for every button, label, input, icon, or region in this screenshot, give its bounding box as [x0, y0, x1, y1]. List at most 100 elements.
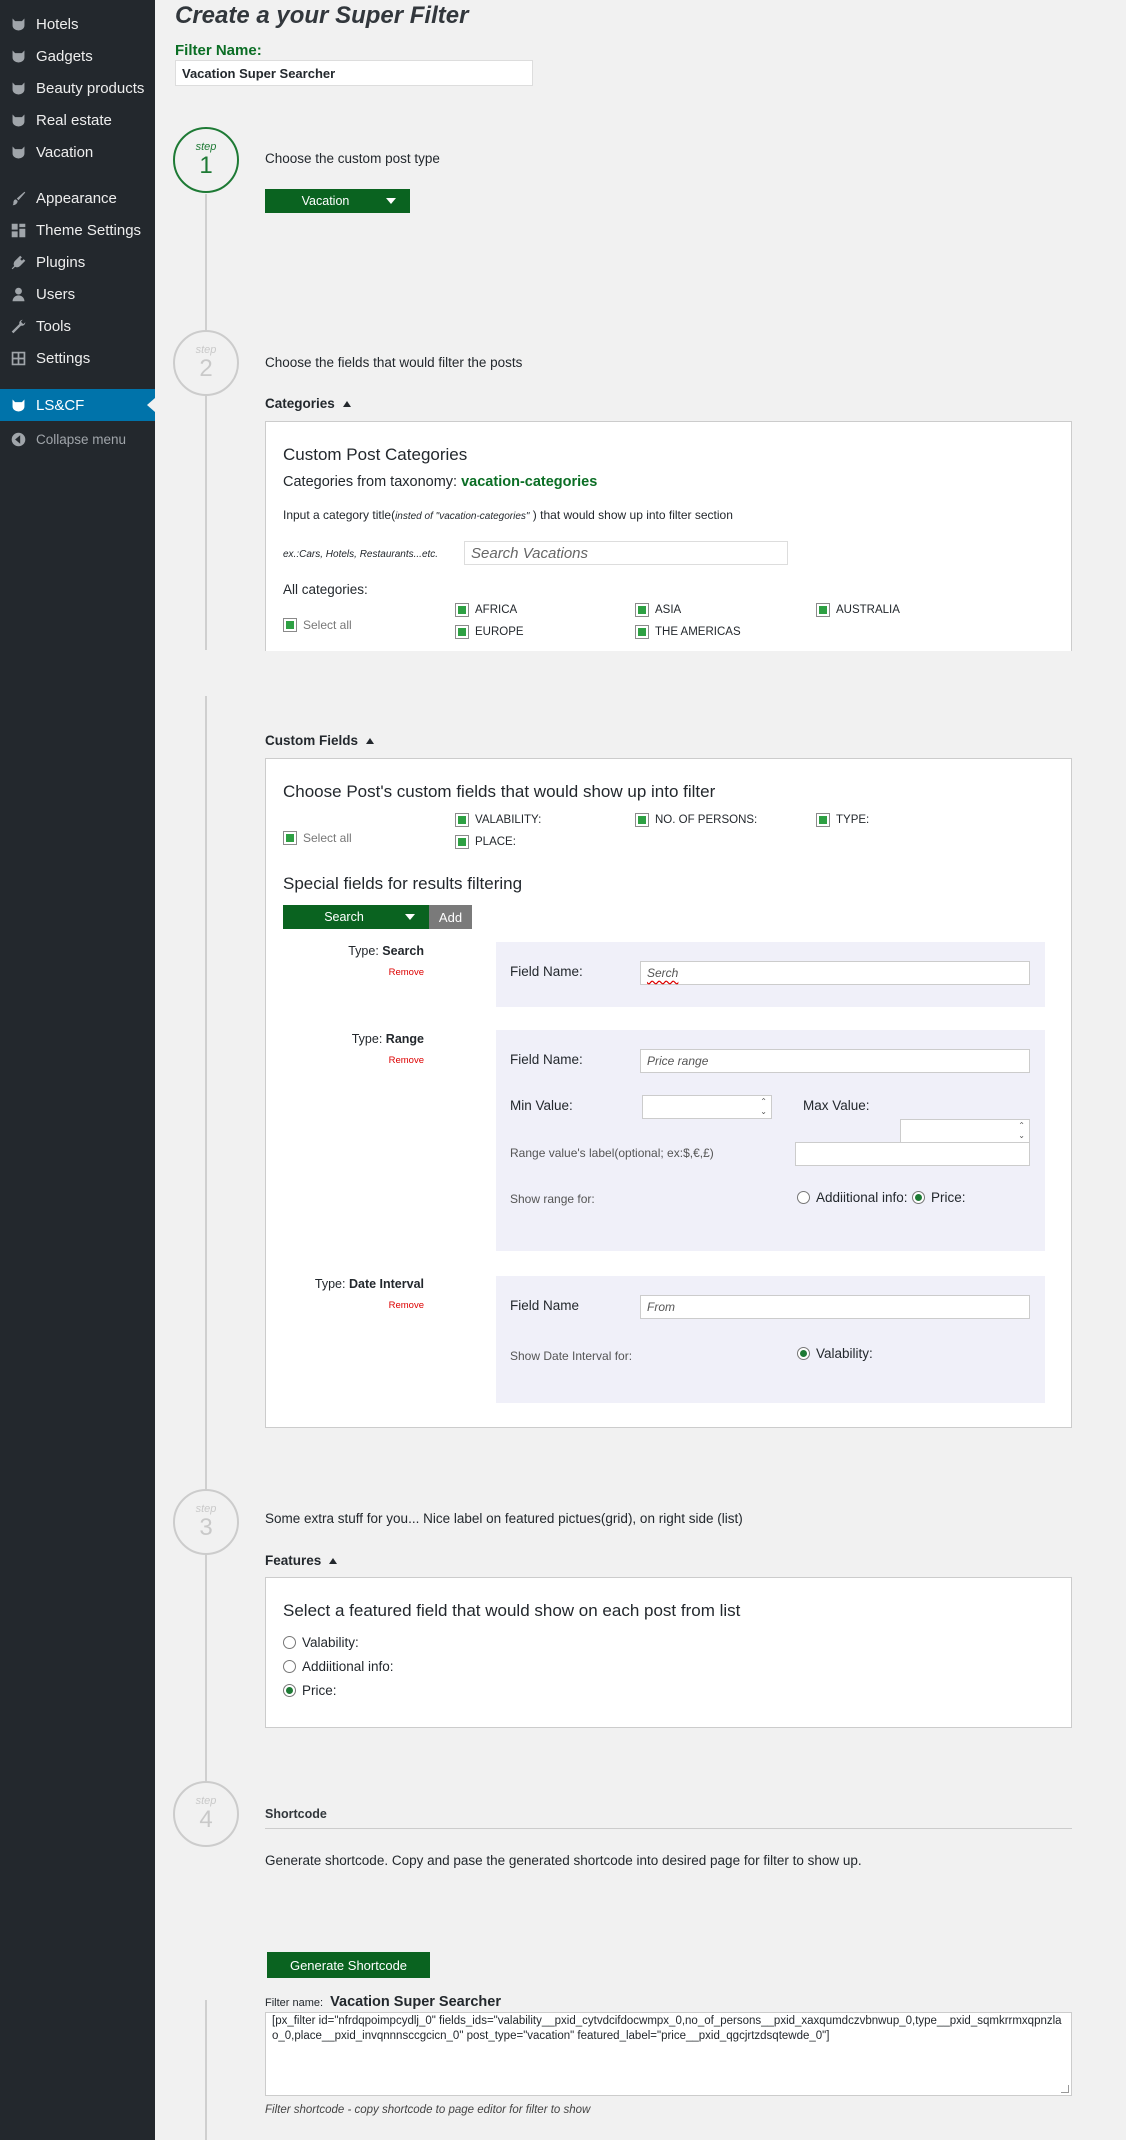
sidebar-item-beauty-products[interactable]: Beauty products — [0, 72, 155, 104]
generate-shortcode-button[interactable]: Generate Shortcode — [267, 1952, 430, 1978]
category-checkbox-europe[interactable]: EUROPE — [455, 625, 524, 639]
special-field-type-value: Search — [324, 910, 364, 924]
caret-up-icon — [342, 400, 351, 407]
sidebar-item-settings[interactable]: Settings — [0, 342, 155, 374]
category-checkbox-the-americas[interactable]: THE AMERICAS — [635, 625, 741, 639]
hint-text: ) that would show up into filter section — [529, 508, 733, 522]
category-label: THE AMERICAS — [655, 626, 741, 638]
sidebar-item-label: Gadgets — [36, 47, 93, 65]
plug-icon — [0, 254, 36, 271]
grid-icon — [0, 222, 36, 239]
type-name: Range — [385, 1032, 424, 1046]
features-panel-title: Select a featured field that would show … — [283, 1601, 741, 1620]
type-range-label: Type: Range — [274, 1032, 424, 1046]
date-option-valability[interactable]: Valability: — [797, 1346, 873, 1361]
categories-toggle[interactable]: Categories — [265, 396, 351, 411]
category-checkbox-africa[interactable]: AFRICA — [455, 603, 517, 617]
special-fields-title: Special fields for results filtering — [283, 874, 523, 893]
sidebar-item-real-estate[interactable]: Real estate — [0, 104, 155, 136]
custom-fields-panel: Choose Post's custom fields that would s… — [265, 758, 1072, 1428]
custom-field-label: TYPE: — [836, 814, 870, 826]
custom-fields-toggle[interactable]: Custom Fields — [265, 733, 375, 748]
category-title-input[interactable]: Search Vacations — [464, 541, 788, 565]
caret-up-icon — [366, 737, 375, 744]
sidebar-item-lscf[interactable]: LS&CF — [0, 389, 155, 421]
checkbox-icon — [455, 603, 469, 617]
collapse-menu-button[interactable]: Collapse menu — [0, 423, 155, 455]
shortcode-textarea[interactable]: [px_filter id="nfrdqpoimpcydlj_0" fields… — [265, 2012, 1072, 2096]
sidebar-item-label: Theme Settings — [36, 221, 142, 239]
sidebar-item-gadgets[interactable]: Gadgets — [0, 40, 155, 72]
radio-checked-icon — [797, 1347, 810, 1360]
checkbox-icon — [283, 618, 297, 632]
custom-fields-select-all[interactable]: Select all — [283, 831, 352, 845]
category-checkbox-asia[interactable]: ASIA — [635, 603, 681, 617]
shortcode-filter-name: Filter name: Vacation Super Searcher — [265, 1994, 501, 2010]
sidebar-item-hotels[interactable]: Hotels — [0, 8, 155, 40]
min-value-label: Min Value: — [510, 1098, 573, 1113]
min-value-input[interactable] — [642, 1095, 772, 1119]
remove-date-field-link[interactable]: Remove — [274, 1300, 424, 1311]
step-1-text: Choose the custom post type — [265, 151, 440, 166]
checkbox-icon — [455, 625, 469, 639]
filter-name-small-label: Filter name: — [265, 1997, 324, 2009]
radio-label: Valability: — [302, 1635, 359, 1650]
checkbox-icon — [635, 813, 649, 827]
category-label: ASIA — [655, 604, 682, 616]
range-value-label-input[interactable] — [795, 1142, 1030, 1166]
resize-handle-icon[interactable] — [1061, 2085, 1069, 2093]
sidebar-item-users[interactable]: Users — [0, 278, 155, 310]
step-4-indicator: step 4 — [173, 1781, 239, 1847]
feature-option-price[interactable]: Price: — [283, 1683, 337, 1698]
filter-name-input[interactable] — [175, 60, 533, 86]
category-example: ex.:Cars, Hotels, Restaurants...etc. — [283, 549, 439, 560]
special-field-type-select[interactable]: Search — [283, 905, 429, 929]
sidebar-item-appearance[interactable]: Appearance — [0, 182, 155, 214]
post-type-select[interactable]: Vacation — [265, 189, 410, 213]
custom-field-checkbox-no-of-persons[interactable]: NO. OF PERSONS: — [635, 813, 757, 827]
custom-field-checkbox-valability[interactable]: VALABILITY: — [455, 813, 541, 827]
sidebar-item-tools[interactable]: Tools — [0, 310, 155, 342]
checkbox-icon — [455, 813, 469, 827]
cat-icon — [0, 48, 36, 65]
sidebar-item-plugins[interactable]: Plugins — [0, 246, 155, 278]
features-toggle[interactable]: Features — [265, 1553, 338, 1568]
all-categories-label: All categories: — [283, 582, 368, 597]
user-icon — [0, 286, 36, 303]
custom-fields-heading: Custom Fields — [265, 733, 359, 748]
sidebar-item-vacation[interactable]: Vacation — [0, 136, 155, 168]
feature-option-valability[interactable]: Valability: — [283, 1635, 359, 1650]
type-name: Date Interval — [348, 1277, 424, 1291]
shortcode-text: [px_filter id="nfrdqpoimpcydlj_0" fields… — [272, 2015, 1062, 2042]
cat-icon — [0, 144, 36, 161]
settings-icon — [0, 350, 36, 367]
range-option-additional-info[interactable]: Addiitional info: — [797, 1190, 908, 1205]
add-special-field-button[interactable]: Add — [429, 905, 472, 929]
category-checkbox-australia[interactable]: AUSTRALIA — [816, 603, 900, 617]
custom-field-checkbox-type[interactable]: TYPE: — [816, 813, 869, 827]
max-value-input[interactable] — [900, 1119, 1030, 1143]
step-number: 3 — [199, 1514, 213, 1541]
checkbox-icon — [455, 835, 469, 849]
remove-range-field-link[interactable]: Remove — [274, 1055, 424, 1066]
remove-search-field-link[interactable]: Remove — [274, 967, 424, 978]
categories-select-all[interactable]: Select all — [283, 618, 352, 632]
checkbox-icon — [635, 603, 649, 617]
timeline-line — [205, 2000, 207, 2140]
radio-icon — [283, 1636, 296, 1649]
date-field-name-input[interactable]: From — [640, 1295, 1030, 1319]
main-content: Create a your Super Filter Filter Name: … — [155, 0, 1126, 2140]
feature-option-additional-info[interactable]: Addiitional info: — [283, 1659, 394, 1674]
range-option-price[interactable]: Price: — [912, 1190, 966, 1205]
custom-field-label: PLACE: — [475, 836, 516, 848]
checkbox-icon — [635, 625, 649, 639]
sidebar-item-theme-settings[interactable]: Theme Settings — [0, 214, 155, 246]
categories-panel: Custom Post Categories Categories from t… — [265, 421, 1072, 651]
step-number: 2 — [199, 355, 213, 382]
range-field-name-input[interactable]: Price range — [640, 1049, 1030, 1073]
sidebar-item-label: Users — [36, 285, 76, 303]
type-name: Search — [382, 944, 424, 958]
sidebar-item-label: Plugins — [36, 253, 86, 271]
custom-field-checkbox-place[interactable]: PLACE: — [455, 835, 516, 849]
search-field-name-input[interactable]: Serch — [640, 961, 1030, 985]
